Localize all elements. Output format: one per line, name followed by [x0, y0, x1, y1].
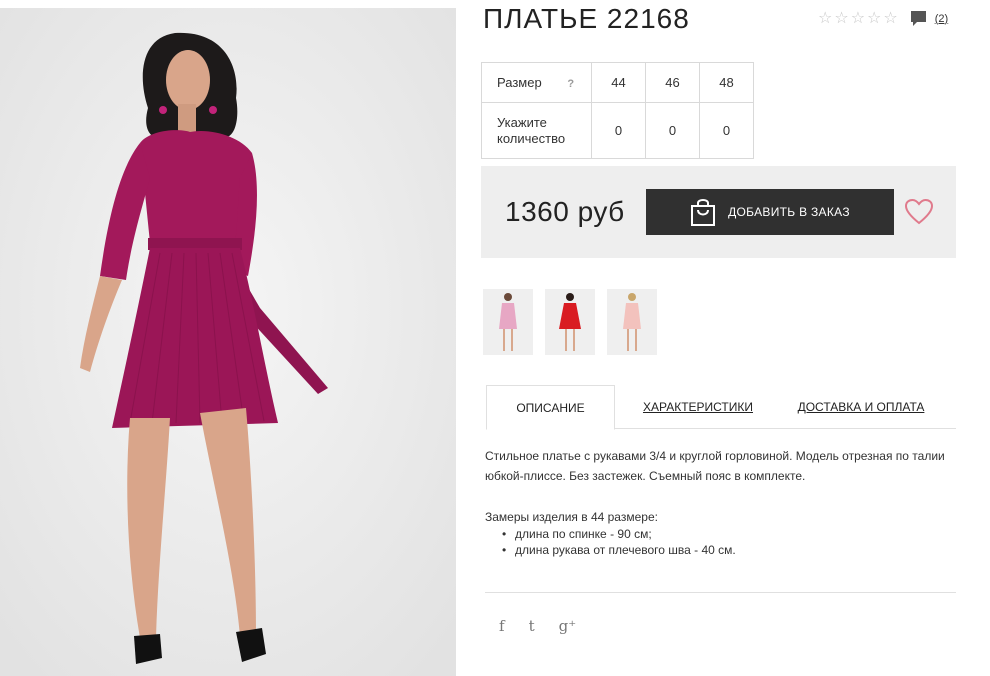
price: 1360 руб	[505, 196, 625, 227]
size-48: 48	[699, 62, 754, 103]
thumbnail-red-dress[interactable]	[545, 289, 595, 355]
product-title: ПЛАТЬЕ 22168	[483, 3, 690, 34]
thumbnail-peach-dress[interactable]	[607, 289, 657, 355]
rating[interactable]: ☆ ☆ ☆ ☆ ☆ (2)	[818, 10, 948, 27]
model-in-dress-image	[0, 8, 456, 676]
social-share: f t g⁺	[499, 617, 600, 635]
measures-list: длина по спинке - 90 см; длина рукава от…	[485, 526, 736, 558]
tab-characteristics[interactable]: ХАРАКТЕРИСТИКИ	[638, 385, 758, 429]
size-quantity-table: Размер ? 44 46 48 Укажите количество 0 0…	[481, 62, 754, 159]
list-item: длина рукава от плечевого шва - 40 см.	[485, 542, 736, 558]
quantity-label: Укажите количество	[481, 102, 592, 159]
review-count-link[interactable]: (2)	[935, 13, 948, 25]
tab-description[interactable]: ОПИСАНИЕ	[486, 385, 615, 430]
peach-dress-thumbnail	[623, 293, 641, 351]
comment-icon[interactable]	[910, 10, 927, 27]
pink-dress-thumbnail	[499, 293, 517, 351]
size-row: Размер ? 44 46 48	[481, 62, 754, 103]
buy-box: 1360 руб ДОБАВИТЬ В ЗАКАЗ	[481, 166, 956, 258]
product-description: Стильное платье с рукавами 3/4 и круглой…	[485, 449, 945, 483]
product-photo[interactable]	[0, 8, 456, 676]
quantity-input-48[interactable]: 0	[699, 102, 754, 159]
star-icon[interactable]: ☆	[851, 10, 865, 27]
product-tabs: ОПИСАНИЕ ХАРАКТЕРИСТИКИ ДОСТАВКА И ОПЛАТ…	[486, 385, 956, 430]
size-44: 44	[591, 62, 646, 103]
measures-block: Замеры изделия в 44 размере: длина по сп…	[485, 510, 736, 558]
star-icon[interactable]: ☆	[867, 10, 881, 27]
star-icon[interactable]: ☆	[834, 10, 848, 27]
divider	[485, 592, 956, 593]
size-help-icon[interactable]: ?	[567, 78, 574, 90]
heart-icon[interactable]	[905, 199, 933, 225]
red-dress-thumbnail	[559, 293, 581, 351]
measures-title: Замеры изделия в 44 размере:	[485, 510, 658, 524]
star-icon[interactable]: ☆	[883, 10, 897, 27]
list-item: длина по спинке - 90 см;	[485, 526, 736, 542]
twitter-icon[interactable]: t	[529, 617, 535, 635]
size-label: Размер	[497, 75, 542, 90]
tab-delivery-payment[interactable]: ДОСТАВКА И ОПЛАТА	[791, 385, 931, 429]
quantity-row: Укажите количество 0 0 0	[481, 102, 754, 159]
thumbnail-list	[483, 289, 669, 355]
facebook-icon[interactable]: f	[499, 617, 505, 635]
quantity-input-46[interactable]: 0	[645, 102, 700, 159]
thumbnail-pink-dress[interactable]	[483, 289, 533, 355]
star-icon[interactable]: ☆	[818, 10, 832, 27]
size-label-cell: Размер ?	[481, 62, 592, 103]
add-to-order-button[interactable]: ДОБАВИТЬ В ЗАКАЗ	[646, 189, 894, 235]
google-plus-icon[interactable]: g⁺	[559, 617, 577, 635]
shopping-bag-icon	[691, 199, 716, 226]
add-to-order-label: ДОБАВИТЬ В ЗАКАЗ	[728, 205, 850, 219]
size-46: 46	[645, 62, 700, 103]
quantity-input-44[interactable]: 0	[591, 102, 646, 159]
